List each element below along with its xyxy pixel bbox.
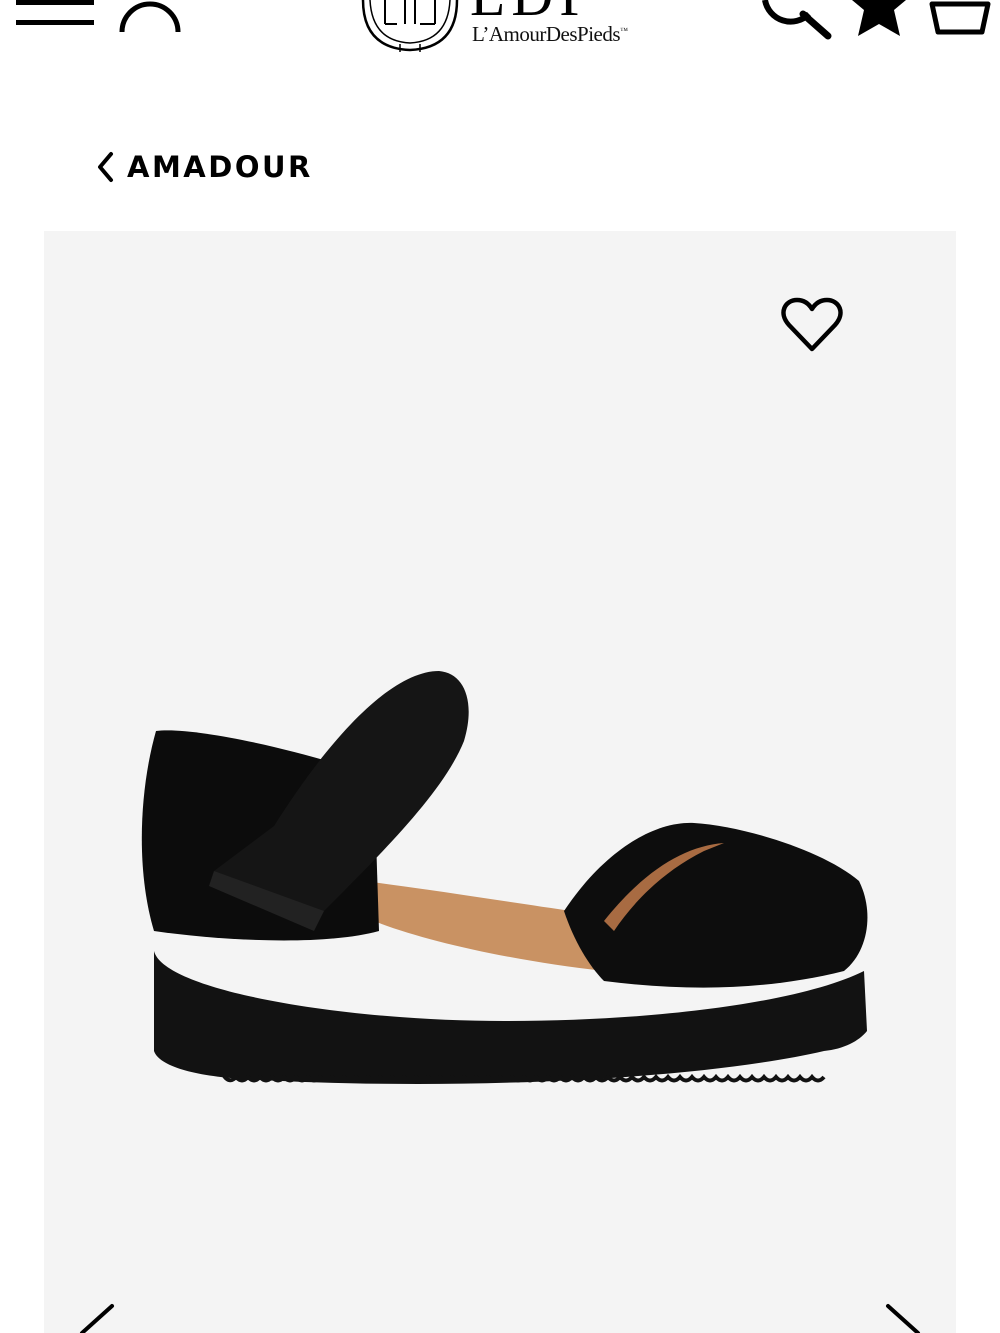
chevron-left-icon: [98, 152, 113, 182]
logo-seal-icon: [361, 0, 459, 52]
user-account-icon[interactable]: [116, 0, 184, 36]
chevron-left-icon[interactable]: [76, 1303, 116, 1333]
chevron-right-icon[interactable]: [884, 1303, 924, 1333]
search-icon[interactable]: [758, 0, 834, 40]
brand-logo[interactable]: LDP L’AmourDesPieds™: [360, 0, 650, 55]
back-to-category-link[interactable]: AMADOUR: [95, 148, 313, 186]
logo-tagline: L’AmourDesPieds™: [472, 22, 628, 47]
shopping-bag-icon[interactable]: [928, 0, 992, 36]
hamburger-menu-icon[interactable]: [16, 0, 94, 28]
shoe-vamp: [564, 822, 868, 988]
logo-tagline-text: L’AmourDesPieds: [472, 22, 621, 46]
product-image-gallery[interactable]: [44, 231, 956, 1333]
heart-icon[interactable]: [781, 297, 843, 353]
product-title: AMADOUR: [127, 150, 313, 184]
star-icon[interactable]: [848, 0, 910, 38]
trademark-symbol: ™: [620, 26, 628, 35]
site-header: LDP L’AmourDesPieds™: [0, 0, 1000, 60]
product-image[interactable]: [124, 671, 884, 1111]
